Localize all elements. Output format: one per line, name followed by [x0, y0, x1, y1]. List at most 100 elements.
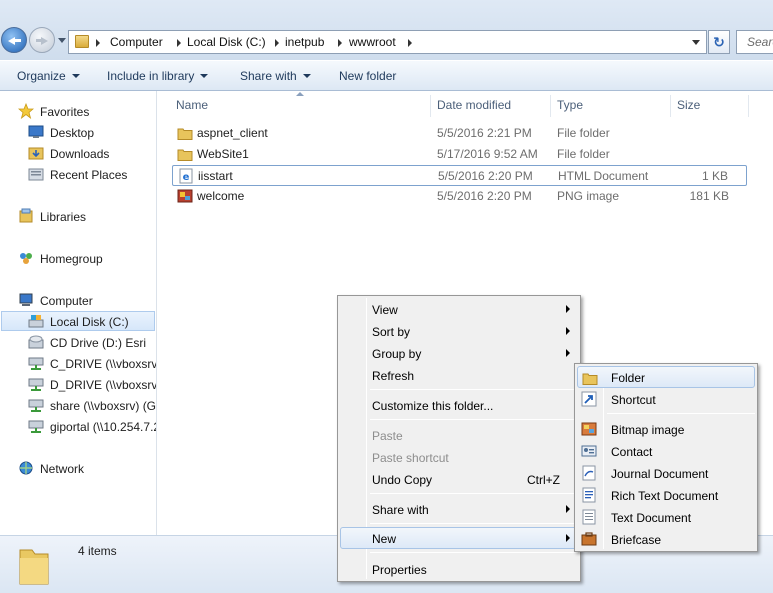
- nav-homegroup[interactable]: Homegroup: [18, 249, 148, 269]
- dropdown-arrow-icon: [200, 74, 209, 78]
- folder-icon: [75, 35, 89, 48]
- organize-button[interactable]: Organize: [17, 69, 80, 83]
- submenu-arrow-icon: [566, 327, 570, 335]
- dropdown-arrow-icon: [71, 74, 80, 78]
- submenu-item-folder[interactable]: Folder: [577, 366, 755, 388]
- share-with-button[interactable]: Share with: [240, 69, 311, 83]
- submenu-item-journal-document[interactable]: Journal Document: [577, 462, 755, 484]
- back-button[interactable]: [1, 27, 27, 53]
- submenu-item-contact[interactable]: Contact: [577, 440, 755, 462]
- new-folder-button[interactable]: New folder: [339, 69, 396, 83]
- breadcrumb-inetpub[interactable]: inetpub: [285, 35, 324, 49]
- nav-giportal-drive[interactable]: giportal (\\10.254.7.2: [28, 417, 156, 437]
- submenu-item-text-document[interactable]: Text Document: [577, 506, 755, 528]
- chevron-right-icon[interactable]: [338, 39, 342, 47]
- chevron-right-icon[interactable]: [275, 39, 279, 47]
- folder-icon: [177, 149, 193, 161]
- folder-icon: [19, 549, 49, 585]
- folder-icon: [582, 373, 598, 385]
- chevron-right-icon[interactable]: [177, 39, 181, 47]
- shortcut-label: Ctrl+Z: [527, 473, 560, 487]
- desktop-icon: [28, 125, 44, 138]
- include-in-library-button[interactable]: Include in library: [107, 69, 209, 83]
- submenu-item-bitmap-image[interactable]: Bitmap image: [577, 418, 755, 440]
- refresh-button[interactable]: ↻: [708, 30, 730, 54]
- forward-button[interactable]: [29, 27, 55, 53]
- svg-text:e: e: [183, 172, 190, 183]
- address-box[interactable]: Computer Local Disk (C:) inetpub wwwroot: [68, 30, 707, 54]
- dropdown-arrow-icon: [302, 74, 311, 78]
- context-menu: View Sort by Group by Refresh Customize …: [337, 295, 581, 582]
- nav-d-drive[interactable]: D_DRIVE (\\vboxsrv): [28, 375, 156, 395]
- shortcut-icon: [581, 391, 597, 407]
- column-header-size[interactable]: Size: [677, 98, 700, 112]
- nav-downloads[interactable]: Downloads: [28, 144, 153, 164]
- menu-item-undo-copy[interactable]: Undo Copy Ctrl+Z: [340, 468, 578, 490]
- menu-separator: [370, 389, 578, 390]
- nav-computer[interactable]: Computer: [18, 291, 148, 311]
- contact-icon: [581, 445, 597, 457]
- submenu-arrow-icon: [566, 534, 570, 542]
- submenu-item-briefcase[interactable]: Briefcase: [577, 528, 755, 550]
- menu-item-properties[interactable]: Properties: [340, 558, 578, 580]
- sort-ascending-icon: [296, 92, 304, 96]
- network-drive-icon: [28, 357, 44, 370]
- file-row[interactable]: aspnet_client 5/5/2016 2:21 PM File fold…: [172, 123, 747, 144]
- recent-pages-dropdown-icon[interactable]: [58, 38, 66, 43]
- address-bar: Computer Local Disk (C:) inetpub wwwroot…: [0, 0, 773, 60]
- nav-c-drive[interactable]: C_DRIVE (\\vboxsrv): [28, 354, 156, 374]
- html-document-icon: e: [179, 168, 193, 184]
- breadcrumb-computer[interactable]: Computer: [110, 35, 163, 49]
- address-dropdown-icon[interactable]: [692, 40, 700, 45]
- menu-item-group-by[interactable]: Group by: [340, 342, 578, 364]
- network-icon: [19, 461, 33, 475]
- computer-icon: [19, 293, 33, 306]
- nav-favorites[interactable]: Favorites: [18, 102, 148, 122]
- nav-recent-places[interactable]: Recent Places: [28, 165, 153, 185]
- breadcrumb-local-disk[interactable]: Local Disk (C:): [187, 35, 266, 49]
- item-count: 4 items: [78, 544, 117, 558]
- local-disk-icon: [28, 315, 44, 328]
- column-header-name[interactable]: Name: [176, 98, 208, 112]
- menu-item-view[interactable]: View: [340, 298, 578, 320]
- navigation-pane: Favorites Desktop Downloads Recent Place…: [0, 91, 157, 535]
- menu-item-sort-by[interactable]: Sort by: [340, 320, 578, 342]
- briefcase-icon: [581, 532, 597, 546]
- menu-item-customize-folder[interactable]: Customize this folder...: [340, 394, 578, 416]
- search-input[interactable]: Search wwwroot: [736, 30, 773, 54]
- nav-network[interactable]: Network: [18, 459, 148, 479]
- menu-separator: [370, 552, 578, 553]
- menu-item-paste-shortcut[interactable]: Paste shortcut: [340, 446, 578, 468]
- nav-cd-drive[interactable]: CD Drive (D:) Esri: [28, 333, 153, 353]
- recent-places-icon: [28, 168, 44, 181]
- column-header-type[interactable]: Type: [557, 98, 583, 112]
- breadcrumb-wwwroot[interactable]: wwwroot: [349, 35, 396, 49]
- file-row[interactable]: e iisstart 5/5/2016 2:20 PM HTML Documen…: [172, 165, 747, 186]
- submenu-item-rich-text-document[interactable]: Rich Text Document: [577, 484, 755, 506]
- network-drive-icon: [28, 399, 44, 412]
- menu-item-paste[interactable]: Paste: [340, 424, 578, 446]
- nav-local-disk[interactable]: Local Disk (C:): [1, 311, 155, 331]
- menu-separator: [607, 413, 755, 414]
- folder-icon: [177, 128, 193, 140]
- nav-desktop[interactable]: Desktop: [28, 123, 153, 143]
- submenu-item-shortcut[interactable]: Shortcut: [577, 388, 755, 410]
- cd-drive-icon: [28, 335, 44, 349]
- star-icon: [18, 103, 34, 119]
- libraries-icon: [19, 208, 33, 223]
- file-row[interactable]: WebSite1 5/17/2016 9:52 AM File folder: [172, 144, 747, 165]
- chevron-right-icon[interactable]: [408, 39, 412, 47]
- menu-item-refresh[interactable]: Refresh: [340, 364, 578, 386]
- column-header-date[interactable]: Date modified: [437, 98, 511, 112]
- refresh-icon: ↻: [713, 34, 725, 50]
- menu-item-new[interactable]: New: [340, 527, 578, 549]
- new-submenu: Folder Shortcut Bitmap image Contact Jou…: [574, 363, 758, 552]
- menu-separator: [370, 493, 578, 494]
- nav-libraries[interactable]: Libraries: [18, 207, 148, 227]
- nav-share-drive[interactable]: share (\\vboxsrv) (G:: [28, 396, 156, 416]
- png-image-icon: [177, 189, 193, 203]
- chevron-right-icon[interactable]: [96, 39, 100, 47]
- file-row[interactable]: welcome 5/5/2016 2:20 PM PNG image 181 K…: [172, 186, 747, 207]
- menu-item-share-with[interactable]: Share with: [340, 498, 578, 520]
- rich-text-document-icon: [582, 487, 596, 503]
